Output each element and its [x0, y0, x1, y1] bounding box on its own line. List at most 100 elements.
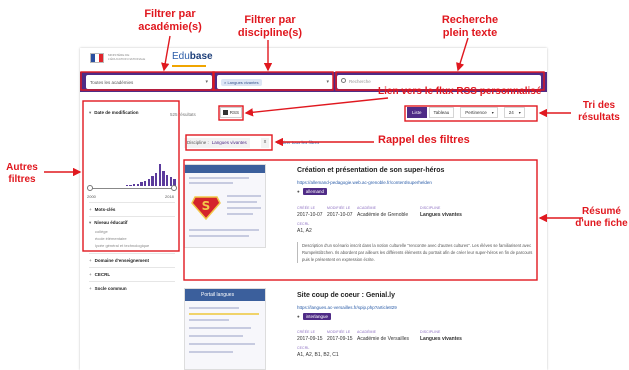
histogram-bar — [151, 176, 154, 186]
thumb-line — [189, 327, 251, 329]
chevron-down-icon: ▾ — [205, 79, 208, 85]
divider — [89, 202, 175, 203]
year-end: 2018 — [165, 194, 174, 199]
meta-value: Langues vivantes — [420, 212, 462, 218]
histogram-bar — [144, 180, 147, 186]
divider — [89, 216, 175, 217]
date-slider-end-handle[interactable] — [171, 185, 177, 191]
meta-value: A1, A2, B1, B2, C1 — [297, 352, 339, 358]
niveau-item[interactable]: école élémentaire — [95, 236, 127, 241]
card-thumbnail[interactable]: Portail langues — [184, 288, 266, 370]
sort-select[interactable]: Pertinence — [460, 107, 498, 118]
histogram-bar — [125, 184, 129, 186]
facet-niveau[interactable]: ▾ Niveau éducatif — [89, 220, 128, 226]
rss-label: RSS — [229, 110, 239, 115]
per-page-select[interactable]: 24 — [503, 107, 525, 118]
niveau-item[interactable]: collège — [95, 229, 108, 234]
filter-chip-value: Langues vivantes — [211, 140, 247, 145]
date-slider-track[interactable] — [89, 188, 175, 189]
divider — [89, 253, 175, 254]
thumb-line — [189, 351, 233, 353]
meta-value: 2017-09-15 — [327, 336, 353, 342]
discipline-select[interactable]: × Langues vivantes ▾ — [217, 75, 333, 89]
tag-icon: ● — [297, 189, 300, 194]
facet-cecrl[interactable]: + CECRL — [89, 272, 110, 277]
histogram-bar — [162, 170, 165, 186]
niveau-item[interactable]: lycée général et technologique — [95, 243, 149, 248]
thumb-header — [185, 165, 265, 173]
rss-button[interactable]: RSS — [220, 107, 242, 118]
superman-shield-icon: S — [191, 196, 221, 221]
view-table-button[interactable]: Tableau — [428, 107, 455, 118]
thumb-line — [189, 307, 239, 309]
thumb-line — [189, 319, 229, 321]
card-thumbnail[interactable]: S — [184, 164, 266, 248]
result-count: 525 résultats — [170, 112, 196, 117]
meta-label: ACADÉMIE — [357, 206, 377, 210]
divider — [89, 267, 175, 268]
thumb-line — [227, 207, 261, 209]
facet-domaine[interactable]: + Domaine d'enseignement — [89, 258, 149, 263]
facet-date[interactable]: ▾ Date de modification — [89, 110, 139, 116]
thumb-line — [189, 335, 243, 337]
meta-label: CECRL — [297, 346, 310, 350]
discipline-tag[interactable]: × Langues vivantes — [221, 78, 262, 86]
active-filter-chip: Discipline : Langues vivantes — [184, 138, 250, 148]
filters-sidebar: ▾ Date de modification 2000 2018 + Mots-cl… — [83, 98, 179, 370]
meta-value: A1, A2 — [297, 228, 312, 234]
facet-socle[interactable]: + Socle commun — [89, 286, 127, 291]
meta-value: Langues vivantes — [420, 336, 462, 342]
annotation-autres-filtres: Autres filtres — [6, 162, 38, 185]
remove-filter-button[interactable]: x — [261, 138, 269, 148]
annotation-tri: Tri des résultats — [578, 100, 620, 123]
thumb-line — [189, 235, 249, 237]
meta-label: ACADÉMIE — [357, 330, 377, 334]
thumb-line — [227, 213, 253, 215]
result-card: Portail langues Site coup de coeur : Gen… — [184, 288, 539, 370]
rss-icon — [223, 110, 228, 115]
meta-label: CRÉÉE LE — [297, 330, 316, 334]
annotation-rappel: Rappel des filtres — [378, 134, 470, 146]
clear-filters-link[interactable]: Retirer tous les filtres — [277, 140, 319, 145]
card-tag[interactable]: allemand — [302, 188, 327, 195]
meta-label: MODIFIÉE LE — [327, 330, 351, 334]
histogram-bar — [133, 183, 136, 186]
date-histogram — [89, 164, 177, 186]
meta-label: DISCIPLINE — [420, 330, 441, 334]
card-url[interactable]: https://langues.ac-versailles.fr/spip.ph… — [297, 305, 397, 310]
meta-label: DISCIPLINE — [420, 206, 441, 210]
view-list-button[interactable]: Liste — [407, 107, 427, 118]
edubase-brand[interactable]: Edubase — [172, 51, 213, 62]
meta-value: Académie de Grenoble — [357, 212, 409, 218]
thumb-line — [189, 313, 259, 315]
thumb-line — [189, 343, 255, 345]
svg-text:S: S — [202, 199, 211, 213]
thumb-line — [189, 177, 249, 179]
card-tag[interactable]: interlangue — [302, 313, 331, 320]
date-slider-start-handle[interactable] — [87, 185, 93, 191]
search-placeholder: Recherche — [349, 79, 371, 84]
thumb-line — [227, 201, 257, 203]
histogram-bar — [166, 175, 169, 186]
card-description: Description d'un scénario inscrit dans l… — [297, 242, 537, 263]
meta-value: Académie de Versailles — [357, 336, 409, 342]
year-start: 2000 — [87, 194, 96, 199]
meta-label: MODIFIÉE LE — [327, 206, 351, 210]
ministry-logo — [90, 53, 104, 63]
thumb-line — [189, 229, 259, 231]
histogram-bar — [155, 172, 158, 186]
thumb-line — [227, 195, 261, 197]
annotation-resume: Résumé d'une fiche — [575, 206, 628, 229]
annotation-rss: Lien vers le flux RSS personnalisé — [378, 86, 542, 97]
histogram-bar — [136, 183, 140, 186]
card-title[interactable]: Site coup de coeur : Genial.ly — [297, 292, 395, 299]
card-url[interactable]: https://allemand-pedagogie.web.ac-grenob… — [297, 180, 432, 185]
ministry-name: MINISTÈRE DE L'ÉDUCATION NATIONALE — [108, 53, 146, 61]
card-title[interactable]: Création et présentation de son super-hé… — [297, 167, 444, 174]
academie-select-value: Toutes les académies — [90, 79, 134, 85]
meta-label: CRÉÉE LE — [297, 206, 316, 210]
annotation-discipline: Filtrer par discipline(s) — [237, 14, 303, 39]
facet-motscles[interactable]: + Mots-clés — [89, 207, 115, 212]
academie-select[interactable]: Toutes les académies ▾ — [86, 75, 212, 89]
meta-value: 2017-10-07 — [327, 212, 353, 218]
